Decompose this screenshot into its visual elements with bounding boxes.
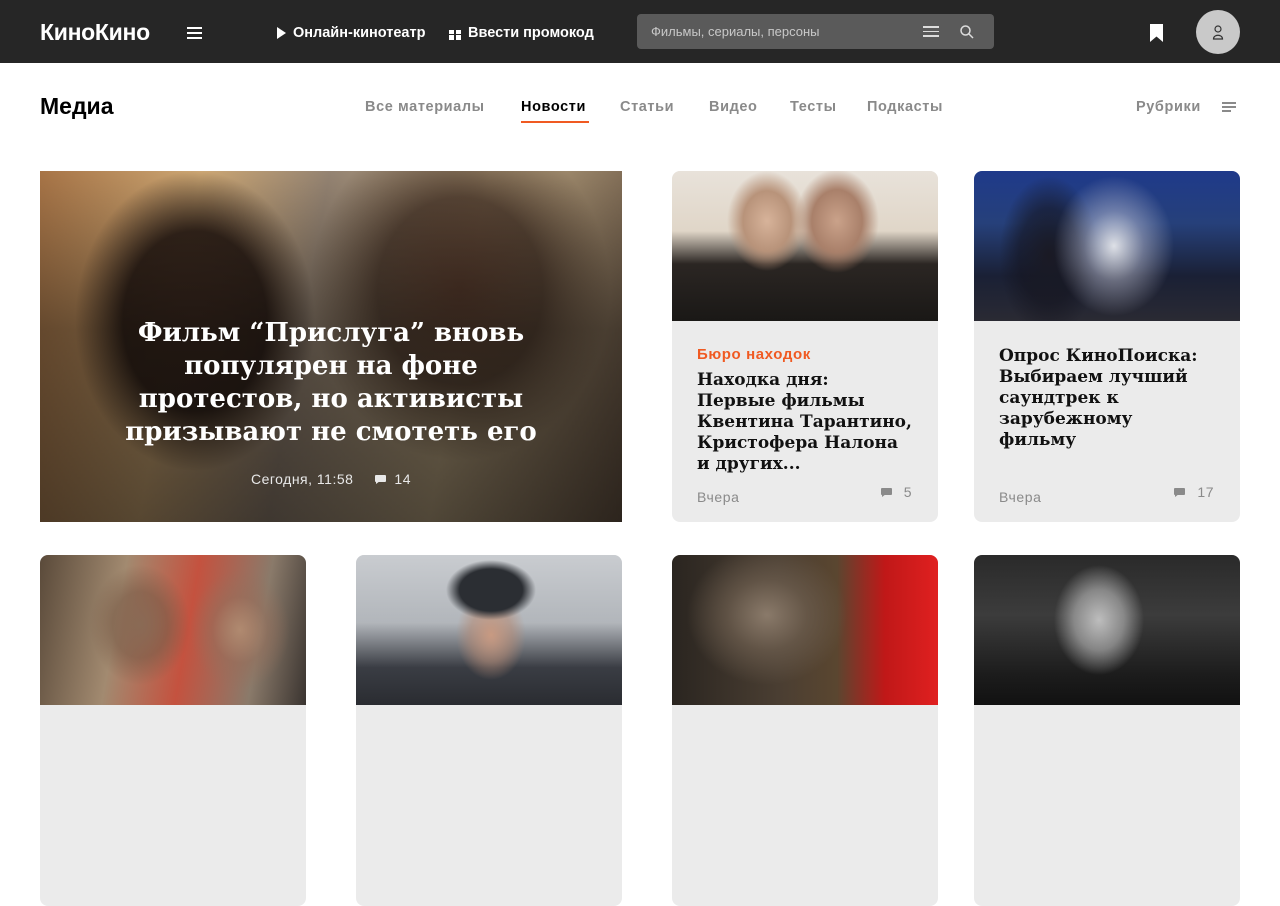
tab-tests[interactable]: Тесты (790, 99, 837, 115)
tab-podcasts[interactable]: Подкасты (867, 99, 943, 115)
active-tab-indicator (521, 121, 589, 123)
tab-all-materials[interactable]: Все материалы (365, 99, 485, 115)
bookmark-icon[interactable] (1150, 24, 1163, 42)
article-card[interactable]: Бюро находок Находка дня: Первые фильмы … (672, 171, 938, 522)
rubrics-list-icon[interactable] (1222, 102, 1236, 112)
article-comment-count: 17 (1197, 484, 1214, 500)
comment-icon (375, 474, 387, 484)
article-card[interactable]: Опрос КиноПоиска: Выбираем лучший саундт… (974, 171, 1240, 522)
article-title: Находка дня: Первые фильмы Квентина Тара… (697, 370, 912, 474)
play-icon (277, 27, 286, 39)
article-title: Опрос КиноПоиска: Выбираем лучший саундт… (999, 346, 1198, 450)
top-bar: КиноКино Онлайн-кинотеатр Ввести промоко… (0, 0, 1280, 63)
hero-meta: Сегодня, 11:58 14 (40, 471, 622, 487)
search-box (637, 14, 994, 49)
hero-article[interactable]: Фильм “Прислуга” вновь популярен на фоне… (40, 171, 622, 522)
article-card[interactable] (40, 555, 306, 906)
nav-online-cinema[interactable]: Онлайн-кинотеатр (277, 25, 425, 41)
tab-news[interactable]: Новости (521, 99, 586, 115)
user-icon (1212, 25, 1224, 40)
filter-icon[interactable] (923, 26, 939, 38)
comment-icon (880, 487, 892, 497)
article-rubric[interactable]: Бюро находок (697, 346, 913, 363)
hero-date: Сегодня, 11:58 (250, 471, 354, 487)
hero-comment-count: 14 (394, 471, 411, 487)
article-card[interactable] (356, 555, 622, 906)
nav-promo-label: Ввести промокод (468, 25, 594, 41)
search-input[interactable] (637, 14, 907, 49)
tab-articles[interactable]: Статьи (620, 99, 674, 115)
gift-icon (449, 26, 461, 40)
tab-video[interactable]: Видео (709, 99, 758, 115)
article-image (672, 555, 938, 705)
article-image (40, 555, 306, 705)
article-card[interactable] (974, 555, 1240, 906)
hero-comments: 14 (375, 471, 411, 487)
article-comments: 17 (1174, 484, 1214, 500)
page-title: Медиа (40, 93, 114, 119)
rubrics-button[interactable]: Рубрики (1136, 99, 1201, 115)
logo[interactable]: КиноКино (40, 19, 150, 46)
hero-title: Фильм “Прислуга” вновь популярен на фоне… (125, 318, 537, 447)
article-comment-count: 5 (903, 484, 912, 500)
search-icon[interactable] (959, 24, 975, 40)
article-comments: 5 (880, 484, 912, 500)
article-image (672, 171, 938, 321)
article-card[interactable] (672, 555, 938, 906)
menu-icon[interactable] (187, 27, 202, 39)
article-date: Вчера (999, 489, 1042, 505)
article-date: Вчера (697, 489, 740, 505)
comment-icon (1174, 487, 1186, 497)
nav-online-label: Онлайн-кинотеатр (293, 25, 426, 41)
nav-promo-code[interactable]: Ввести промокод (449, 25, 594, 41)
article-image (974, 555, 1240, 705)
article-image (356, 555, 622, 705)
article-image (974, 171, 1240, 321)
avatar[interactable] (1196, 10, 1240, 54)
